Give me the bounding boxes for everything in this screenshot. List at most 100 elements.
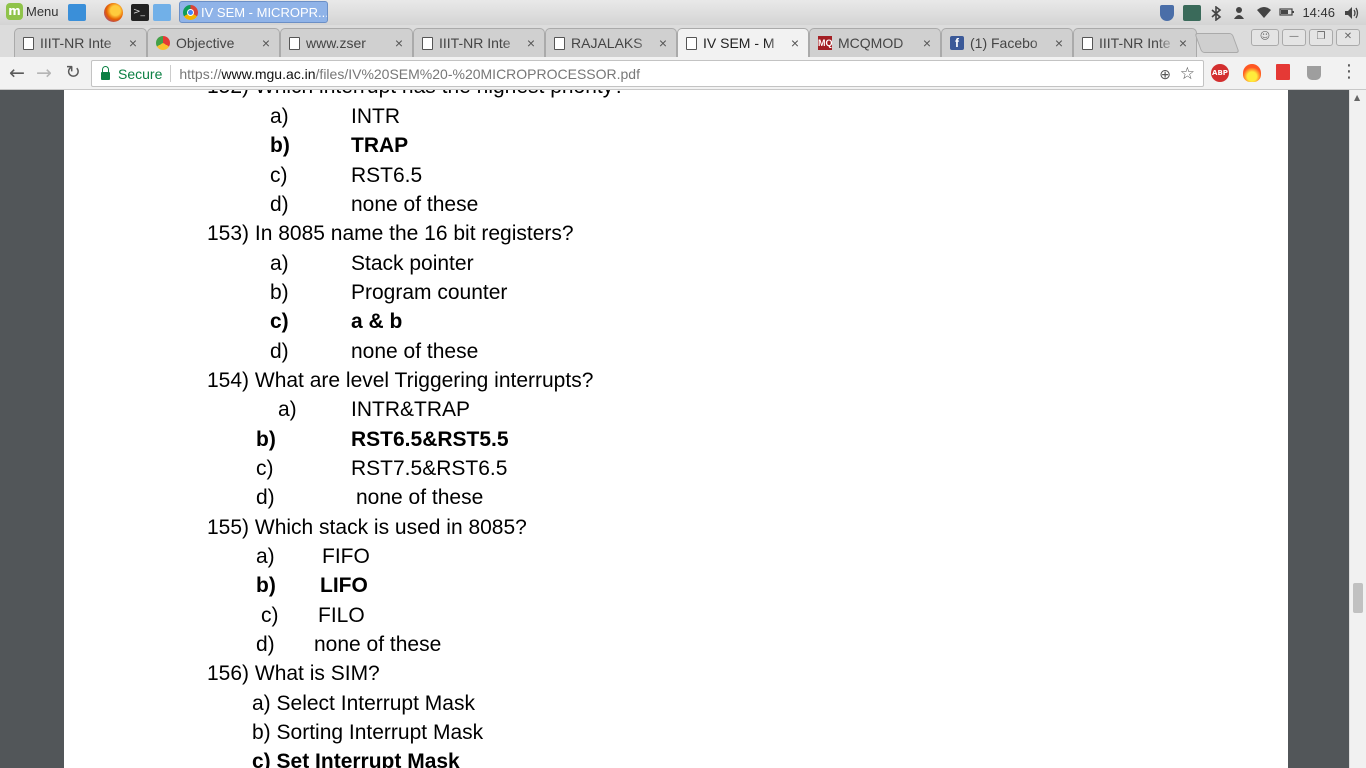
question-text: What are level Triggering interrupts? xyxy=(254,369,594,392)
option-letter: b) xyxy=(252,721,271,744)
option-letter: d) xyxy=(256,633,275,656)
question-text: Which interrupt has the highest priority… xyxy=(255,90,625,98)
pdf-viewer[interactable]: 152) Which interrupt has the highest pri… xyxy=(0,90,1366,768)
vertical-scrollbar[interactable]: ▲ xyxy=(1349,90,1366,768)
question-text: In 8085 name the 16 bit registers? xyxy=(254,222,574,245)
option-letter: c) xyxy=(270,310,289,333)
option-text: INTR xyxy=(351,105,400,128)
objective-site-icon xyxy=(156,36,170,50)
scroll-up-arrow-icon[interactable]: ▲ xyxy=(1354,93,1360,102)
taskbar-window-button[interactable]: IV SEM - MICROPR... xyxy=(179,1,328,23)
user-icon[interactable] xyxy=(1233,6,1247,20)
reload-button[interactable]: ↻ xyxy=(62,61,84,85)
tab-facebook[interactable]: f (1) Facebo × xyxy=(941,28,1073,57)
pdf-page[interactable]: 152) Which interrupt has the highest pri… xyxy=(64,90,1288,768)
volume-icon[interactable] xyxy=(1344,6,1359,20)
option-letter: c) xyxy=(256,457,274,480)
tab-iiit-nr-2[interactable]: IIIT-NR Inte × xyxy=(413,28,545,57)
option-letter: b) xyxy=(270,281,289,304)
address-bar[interactable]: Secure https://www.mgu.ac.in/files/IV%20… xyxy=(91,60,1204,87)
back-button[interactable]: ← xyxy=(6,61,28,85)
tab-title: RAJALAKS xyxy=(571,35,643,51)
option-text-correct: Set Interrupt Mask xyxy=(276,750,460,768)
close-icon[interactable]: × xyxy=(524,35,538,51)
wifi-icon[interactable] xyxy=(1256,6,1272,20)
bluetooth-icon[interactable] xyxy=(1210,4,1224,22)
tab-rajalaks[interactable]: RAJALAKS × xyxy=(545,28,677,57)
minimize-button[interactable]: — xyxy=(1282,29,1306,46)
tab-iiit-nr-1[interactable]: IIIT-NR Inte × xyxy=(14,28,147,57)
close-icon[interactable]: × xyxy=(1176,35,1190,51)
vpn-icon[interactable] xyxy=(1183,4,1202,21)
red-extension-icon[interactable] xyxy=(1276,64,1290,80)
url-text[interactable]: https://www.mgu.ac.in/files/IV%20SEM%20-… xyxy=(179,66,640,82)
url-scheme: https:// xyxy=(179,65,222,82)
scrollbar-thumb[interactable] xyxy=(1353,583,1363,613)
option-156-a: a) Select Interrupt Mask xyxy=(252,692,475,716)
option-text: Program counter xyxy=(351,281,508,304)
close-icon[interactable]: × xyxy=(656,35,670,51)
clock[interactable]: 14:46 xyxy=(1302,5,1335,20)
question-153: 153) In 8085 name the 16 bit registers? xyxy=(207,222,574,246)
bookmark-star-icon[interactable]: ☆ xyxy=(1180,64,1195,84)
cup-extension-icon[interactable] xyxy=(1307,66,1321,80)
secure-label[interactable]: Secure xyxy=(118,66,162,82)
option-text: RST7.5&RST6.5 xyxy=(351,457,508,480)
chrome-menu-icon[interactable]: ⋮ xyxy=(1340,61,1358,82)
close-icon[interactable]: × xyxy=(392,35,406,51)
tab-title: (1) Facebo xyxy=(970,35,1038,51)
tab-title: IV SEM - M xyxy=(703,35,775,51)
option-text: FILO xyxy=(318,604,365,627)
question-156: 156) What is SIM? xyxy=(207,662,380,686)
shield-icon[interactable] xyxy=(1160,4,1175,21)
option-letter: d) xyxy=(270,193,289,216)
close-icon[interactable]: × xyxy=(259,35,273,51)
files-icon[interactable] xyxy=(153,4,171,21)
option-letter: c) xyxy=(252,750,271,768)
option-letter: b) xyxy=(270,134,290,157)
question-152: 152) Which interrupt has the highest pri… xyxy=(207,90,625,99)
option-letter: d) xyxy=(270,340,289,363)
option-letter: b) xyxy=(256,574,276,597)
lock-icon[interactable] xyxy=(101,65,110,80)
chrome-icon xyxy=(183,4,198,20)
fire-extension-icon[interactable] xyxy=(1243,64,1261,82)
zoom-icon[interactable]: ⊕ xyxy=(1159,66,1171,83)
close-icon[interactable]: × xyxy=(920,35,934,51)
show-desktop-icon[interactable] xyxy=(68,4,86,21)
tab-objective[interactable]: Objective × xyxy=(147,28,280,57)
close-icon[interactable]: × xyxy=(788,35,802,51)
profile-icon[interactable]: ☺ xyxy=(1251,29,1279,46)
option-letter: b) xyxy=(256,428,276,451)
option-text: FIFO xyxy=(322,545,370,568)
battery-icon[interactable] xyxy=(1279,6,1295,20)
tab-title: IIIT-NR Inte xyxy=(1099,35,1171,51)
tab-mcqmod[interactable]: MQ MCQMOD × xyxy=(809,28,941,57)
restore-button[interactable]: ❐ xyxy=(1309,29,1333,46)
system-panel: m Menu >_ IV SEM - MICROPR... 14:46 xyxy=(0,0,1366,26)
option-text: Stack pointer xyxy=(351,252,474,275)
option-156-b: b) Sorting Interrupt Mask xyxy=(252,721,483,745)
close-icon[interactable]: × xyxy=(126,35,140,51)
option-text: Select Interrupt Mask xyxy=(276,692,475,715)
forward-button[interactable]: → xyxy=(33,61,55,85)
firefox-icon[interactable] xyxy=(104,3,123,22)
question-number: 154) xyxy=(207,369,250,392)
terminal-icon[interactable]: >_ xyxy=(131,4,149,21)
new-tab-button[interactable] xyxy=(1194,33,1240,53)
close-icon[interactable]: × xyxy=(1052,35,1066,51)
mint-menu-button[interactable]: m Menu xyxy=(6,3,59,20)
tab-zser[interactable]: www.zser × xyxy=(280,28,413,57)
option-text-correct: RST6.5&RST5.5 xyxy=(351,428,509,451)
adblock-plus-icon[interactable]: ABP xyxy=(1211,64,1229,82)
menu-label: Menu xyxy=(26,4,59,19)
mcq-site-icon: MQ xyxy=(818,36,833,50)
question-number: 156) xyxy=(207,662,250,685)
option-text-correct: TRAP xyxy=(351,134,409,157)
tab-iiit-nr-3[interactable]: IIIT-NR Inte × xyxy=(1073,28,1197,57)
system-tray: 14:46 xyxy=(1160,3,1359,22)
question-number: 153) xyxy=(207,222,250,245)
option-letter: d) xyxy=(256,486,275,509)
close-window-button[interactable]: ✕ xyxy=(1336,29,1360,46)
tab-iv-sem[interactable]: IV SEM - M × xyxy=(677,28,809,57)
